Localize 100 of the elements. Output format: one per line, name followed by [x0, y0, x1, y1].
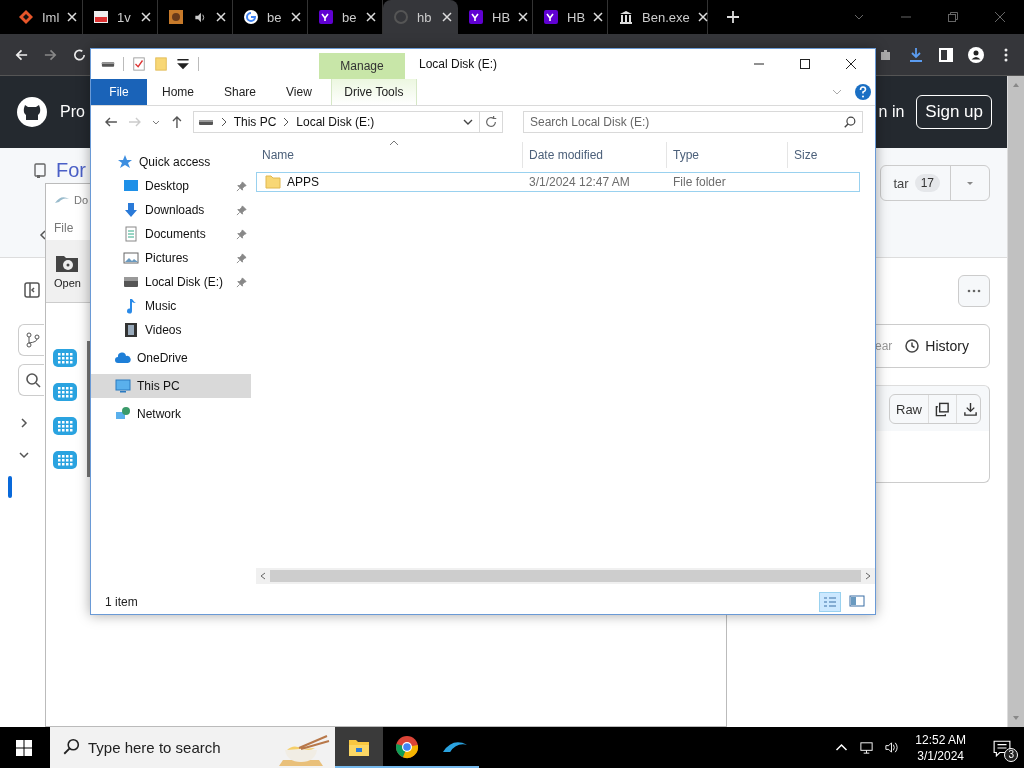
column-header[interactable]: Type [667, 142, 788, 168]
diamond-icon [18, 9, 34, 25]
nav-item[interactable]: Desktop [91, 174, 251, 198]
context-tab-label: Manage [340, 59, 384, 73]
close-icon[interactable] [845, 58, 857, 70]
nav-link[interactable]: Pro [60, 103, 85, 121]
open-button[interactable]: Open [54, 253, 81, 289]
pin-icon[interactable] [236, 276, 247, 288]
help-icon[interactable] [855, 84, 871, 100]
search-field[interactable]: Type here to search [50, 727, 335, 768]
clock[interactable]: 12:52 AM 3/1/2024 [915, 731, 966, 764]
nav-item[interactable]: Local Disk (E:) [91, 270, 251, 294]
pin-icon[interactable] [236, 180, 247, 192]
nav-label: Downloads [145, 203, 205, 217]
search-field[interactable]: Search Local Disk (E:) [522, 111, 863, 133]
star-label: tar [893, 175, 909, 191]
scrollbar-thumb[interactable] [270, 570, 861, 582]
search-button[interactable] [18, 364, 44, 396]
nav-label: Music [145, 299, 177, 313]
chevron-right-icon [219, 117, 228, 127]
nav-item[interactable]: Downloads [91, 198, 251, 222]
branch-button[interactable] [18, 324, 44, 356]
tab-title: hb [417, 9, 432, 25]
drive-icon [123, 274, 139, 290]
address-bar[interactable]: This PC Local Disk (E:) [192, 111, 503, 133]
controller-icon[interactable] [53, 349, 77, 367]
breadcrumb[interactable]: Local Disk (E:) [296, 115, 375, 129]
star-count: 17 [914, 174, 940, 192]
nav-item[interactable]: Music [91, 294, 251, 318]
star-icon [117, 154, 133, 170]
plus-icon[interactable] [726, 10, 740, 24]
chevron-right-icon [282, 117, 291, 127]
ribbon-tab[interactable]: Share [209, 79, 272, 105]
ellipsis-icon [966, 289, 982, 293]
breadcrumb[interactable]: This PC [233, 115, 277, 129]
tab-title: be [342, 9, 357, 25]
tab-title: 1v [117, 9, 131, 25]
repo-title[interactable]: For [56, 159, 86, 181]
sign-in-link[interactable]: n in [878, 103, 905, 121]
dropdown-icon[interactable] [176, 57, 190, 71]
tiles-view-icon[interactable] [847, 592, 867, 610]
profile-icon[interactable] [968, 46, 984, 63]
chevron-right-icon[interactable] [19, 418, 29, 428]
tab-title: Iml [42, 9, 60, 25]
game-art-icon [168, 9, 184, 25]
controller-icon[interactable] [53, 383, 77, 401]
window-title: Do [74, 194, 89, 206]
network-icon[interactable] [859, 740, 875, 755]
column-header[interactable]: Date modified [523, 142, 667, 168]
file-tab[interactable]: File [91, 79, 147, 105]
nav-item[interactable]: Network [91, 402, 251, 426]
nav-item[interactable]: Documents [91, 222, 251, 246]
chevron-left-icon[interactable] [38, 230, 48, 240]
star-button[interactable]: tar 17 [880, 165, 990, 201]
status-text: 1 item [105, 595, 138, 609]
chevron-down-icon[interactable] [19, 450, 29, 460]
cat-logo-icon[interactable] [16, 96, 48, 128]
column-header[interactable]: Size [788, 142, 862, 168]
sort-caret-icon[interactable] [389, 140, 399, 146]
nav-item[interactable]: OneDrive [91, 346, 251, 370]
scrollbar[interactable] [256, 568, 875, 584]
pin-icon[interactable] [236, 252, 247, 264]
scroll-left-icon[interactable] [260, 572, 266, 580]
nav-item[interactable]: Quick access [91, 150, 251, 174]
ribbon-tab[interactable]: Home [147, 79, 209, 105]
restore-icon[interactable] [947, 11, 959, 23]
menu-item[interactable]: File [54, 221, 74, 235]
chevron-down-icon[interactable] [462, 117, 473, 127]
yahoo-badge-icon [318, 9, 334, 25]
tab-title: HB [492, 9, 511, 25]
controller-icon[interactable] [53, 417, 77, 435]
file-row[interactable]: APPS 3/1/2024 12:47 AM File folder [256, 172, 860, 192]
scroll-right-icon[interactable] [865, 572, 871, 580]
nav-label: OneDrive [137, 351, 188, 365]
maximize-icon[interactable] [799, 58, 811, 70]
ribbon-tab[interactable]: View [271, 79, 327, 105]
taskbar-app[interactable] [335, 727, 383, 768]
nav-item[interactable]: This PC [91, 374, 251, 398]
browser-tab[interactable]: hb [383, 0, 458, 34]
search-icon [842, 115, 857, 129]
column-header[interactable]: Name [256, 142, 523, 168]
pin-icon[interactable] [236, 204, 247, 216]
history-icon [904, 338, 921, 354]
nav-item[interactable]: Pictures [91, 246, 251, 270]
nav-item[interactable]: Videos [91, 318, 251, 342]
controller-icon[interactable] [53, 451, 77, 469]
speaker-icon[interactable] [884, 740, 900, 755]
side-panel-icon[interactable] [24, 282, 40, 298]
pin-icon[interactable] [236, 228, 247, 240]
download-icon[interactable] [908, 46, 924, 63]
properties-icon[interactable] [132, 57, 146, 71]
nav-label: Documents [145, 227, 206, 241]
download-arrow-icon [123, 202, 139, 218]
windows-logo-icon[interactable] [16, 739, 32, 756]
history-button[interactable]: History [898, 337, 975, 355]
reload-icon[interactable] [72, 46, 87, 63]
notification-icon[interactable] [993, 738, 1011, 757]
sign-up-button[interactable]: Sign up [916, 95, 992, 129]
nav-label: Network [137, 407, 181, 421]
film-icon [123, 322, 139, 338]
